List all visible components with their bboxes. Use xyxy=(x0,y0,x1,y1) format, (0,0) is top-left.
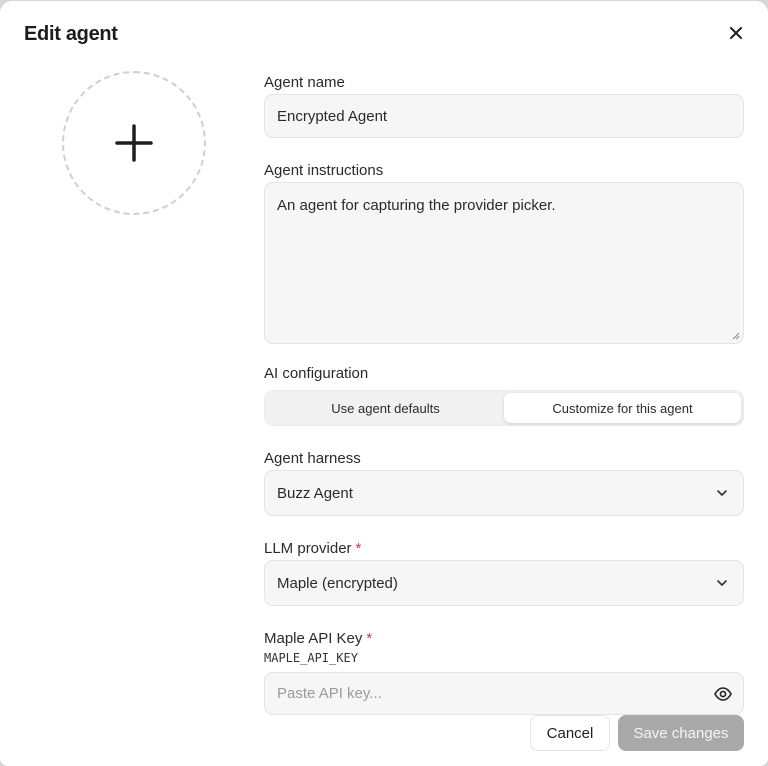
eye-icon xyxy=(714,686,732,701)
api-key-label: Maple API Key * xyxy=(264,630,372,647)
llm-provider-label-text: LLM provider xyxy=(264,540,352,557)
required-marker: * xyxy=(355,540,362,557)
required-marker: * xyxy=(366,630,373,647)
resize-grip-icon[interactable] xyxy=(732,332,740,340)
edit-agent-dialog: Edit agent Agent name Encrypted Agent Ag… xyxy=(0,1,768,766)
save-changes-button[interactable]: Save changes xyxy=(618,715,744,751)
ai-configuration-toggle: Use agent defaults Customize for this ag… xyxy=(264,390,744,426)
agent-name-label: Agent name xyxy=(264,74,345,91)
cancel-button[interactable]: Cancel xyxy=(530,715,610,751)
plus-icon xyxy=(115,124,153,162)
avatar-upload[interactable] xyxy=(62,71,206,215)
agent-name-input[interactable]: Encrypted Agent xyxy=(264,94,744,138)
agent-harness-select[interactable]: Buzz Agent xyxy=(264,470,744,516)
agent-instructions-label: Agent instructions xyxy=(264,162,384,179)
agent-instructions-textarea[interactable]: An agent for capturing the provider pick… xyxy=(264,182,744,344)
chevron-down-icon xyxy=(717,580,727,586)
close-button[interactable] xyxy=(724,21,748,45)
api-key-label-text: Maple API Key xyxy=(264,630,363,647)
option-use-agent-defaults[interactable]: Use agent defaults xyxy=(267,393,504,423)
reveal-key-button[interactable] xyxy=(713,684,733,704)
llm-provider-value: Maple (encrypted) xyxy=(277,574,398,592)
chevron-down-icon xyxy=(717,490,727,496)
agent-instructions-value: An agent for capturing the provider pick… xyxy=(277,197,556,214)
llm-provider-label: LLM provider * xyxy=(264,540,361,557)
close-icon xyxy=(730,27,742,39)
agent-harness-value: Buzz Agent xyxy=(277,484,353,502)
llm-provider-select[interactable]: Maple (encrypted) xyxy=(264,560,744,606)
dialog-title: Edit agent xyxy=(24,23,118,45)
api-key-env-var: MAPLE_API_KEY xyxy=(264,651,358,665)
agent-harness-label: Agent harness xyxy=(264,450,361,467)
api-key-placeholder: Paste API key... xyxy=(277,685,382,702)
option-customize-for-this-agent[interactable]: Customize for this agent xyxy=(504,393,741,423)
ai-configuration-label: AI configuration xyxy=(264,365,369,382)
agent-name-value: Encrypted Agent xyxy=(277,107,388,125)
api-key-input[interactable]: Paste API key... xyxy=(264,672,744,715)
